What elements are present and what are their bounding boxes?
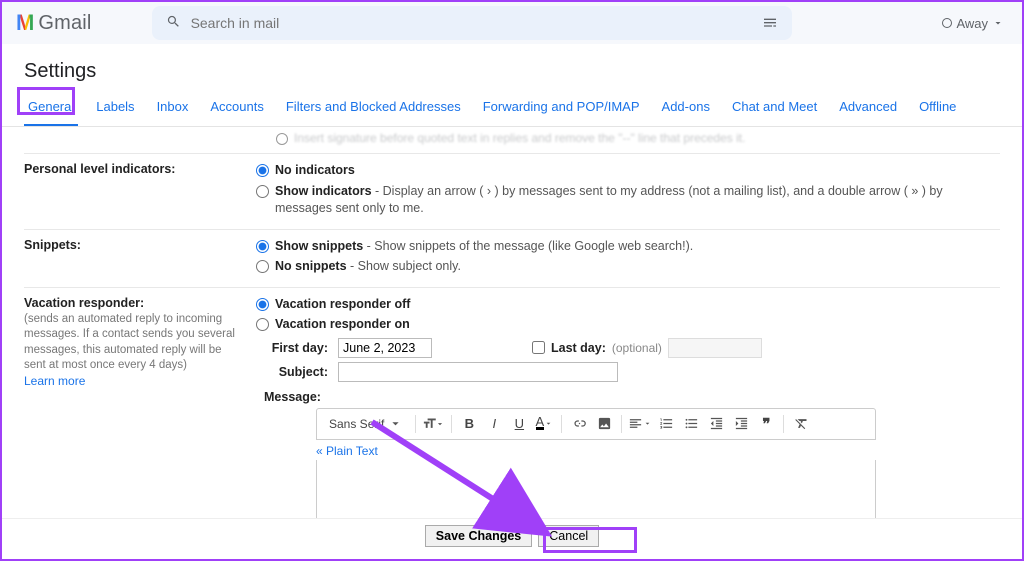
vacation-desc: (sends an automated reply to incoming me… bbox=[24, 312, 242, 374]
search-icon bbox=[166, 14, 181, 32]
chevron-down-icon bbox=[388, 416, 403, 431]
pli-no-indicators-radio[interactable] bbox=[256, 164, 269, 177]
app-header: M Gmail Away bbox=[2, 2, 1022, 44]
snippets-label: Snippets: bbox=[24, 238, 256, 279]
indent-more-button[interactable] bbox=[730, 413, 752, 435]
italic-button[interactable]: I bbox=[483, 413, 505, 435]
snippets-show-desc: - Show snippets of the message (like Goo… bbox=[363, 239, 693, 253]
subject-input[interactable] bbox=[338, 362, 618, 382]
search-options-icon[interactable] bbox=[762, 14, 778, 33]
snippets-show-radio[interactable] bbox=[256, 240, 269, 253]
chevron-down-icon bbox=[435, 419, 445, 429]
snippets-hide-radio[interactable] bbox=[256, 260, 269, 273]
page-title: Settings bbox=[2, 44, 1022, 93]
font-size-button[interactable] bbox=[422, 413, 445, 435]
tab-advanced[interactable]: Advanced bbox=[835, 93, 901, 126]
section-personal-level-indicators: Personal level indicators: No indicators… bbox=[24, 154, 1000, 230]
message-toolbar: Sans Serif B I U A ❞ bbox=[316, 408, 876, 440]
last-day-input[interactable] bbox=[668, 338, 762, 358]
save-changes-button[interactable]: Save Changes bbox=[425, 525, 532, 547]
gmail-logo-text: Gmail bbox=[38, 12, 91, 35]
gmail-m-icon: M bbox=[16, 10, 34, 36]
remove-formatting-button[interactable] bbox=[790, 413, 812, 435]
status-away-icon bbox=[942, 18, 952, 28]
search-input[interactable] bbox=[191, 15, 752, 31]
chevron-down-icon bbox=[544, 419, 553, 428]
settings-content: Insert signature before quoted text in r… bbox=[2, 127, 1022, 544]
font-family-dropdown[interactable]: Sans Serif bbox=[323, 413, 409, 435]
tab-chat[interactable]: Chat and Meet bbox=[728, 93, 821, 126]
numbered-list-button[interactable] bbox=[655, 413, 677, 435]
chevron-down-icon bbox=[992, 17, 1004, 29]
indent-less-button[interactable] bbox=[705, 413, 727, 435]
section-snippets: Snippets: Show snippets - Show snippets … bbox=[24, 230, 1000, 288]
underline-button[interactable]: U bbox=[508, 413, 530, 435]
pli-show-indicators-desc: - Display an arrow ( › ) by messages sen… bbox=[275, 184, 943, 216]
status-selector[interactable]: Away bbox=[942, 16, 1008, 31]
tab-general[interactable]: General bbox=[24, 93, 78, 126]
tab-filters[interactable]: Filters and Blocked Addresses bbox=[282, 93, 465, 126]
tab-labels[interactable]: Labels bbox=[92, 93, 138, 126]
link-button[interactable] bbox=[568, 413, 590, 435]
tab-addons[interactable]: Add-ons bbox=[658, 93, 714, 126]
last-day-optional: (optional) bbox=[612, 341, 662, 355]
subject-label: Subject: bbox=[264, 365, 328, 379]
plain-text-link[interactable]: « Plain Text bbox=[316, 444, 378, 458]
text-color-button[interactable]: A bbox=[533, 413, 555, 435]
tab-accounts[interactable]: Accounts bbox=[206, 93, 267, 126]
settings-tabs: General Labels Inbox Accounts Filters an… bbox=[2, 93, 1022, 127]
pli-show-indicators-radio[interactable] bbox=[256, 185, 269, 198]
vacation-on-label: Vacation responder on bbox=[275, 316, 410, 334]
status-label: Away bbox=[956, 16, 988, 31]
bulleted-list-button[interactable] bbox=[680, 413, 702, 435]
vacation-off-radio[interactable] bbox=[256, 298, 269, 311]
pli-label: Personal level indicators: bbox=[24, 162, 256, 221]
tab-inbox[interactable]: Inbox bbox=[153, 93, 193, 126]
image-button[interactable] bbox=[593, 413, 615, 435]
quote-button[interactable]: ❞ bbox=[755, 413, 777, 435]
chevron-down-icon bbox=[643, 419, 652, 428]
first-day-input[interactable] bbox=[338, 338, 432, 358]
snippets-hide-label: No snippets bbox=[275, 259, 347, 273]
save-row: Save Changes Cancel bbox=[2, 518, 1022, 553]
vacation-off-label: Vacation responder off bbox=[275, 296, 410, 314]
cancel-button[interactable]: Cancel bbox=[538, 525, 599, 547]
bold-button[interactable]: B bbox=[458, 413, 480, 435]
pli-no-indicators-label: No indicators bbox=[275, 162, 355, 180]
first-day-label: First day: bbox=[264, 341, 328, 355]
tab-forwarding[interactable]: Forwarding and POP/IMAP bbox=[479, 93, 644, 126]
snippets-hide-desc: - Show subject only. bbox=[347, 259, 461, 273]
message-label: Message: bbox=[264, 390, 1000, 404]
last-day-label: Last day: bbox=[551, 341, 606, 355]
vacation-label: Vacation responder: bbox=[24, 296, 144, 310]
search-bar[interactable] bbox=[152, 6, 792, 40]
align-button[interactable] bbox=[628, 413, 652, 435]
vacation-on-radio[interactable] bbox=[256, 318, 269, 331]
tab-offline[interactable]: Offline bbox=[915, 93, 960, 126]
last-day-checkbox[interactable] bbox=[532, 341, 545, 354]
section-vacation-responder: Vacation responder: (sends an automated … bbox=[24, 288, 1000, 545]
gmail-logo[interactable]: M Gmail bbox=[16, 10, 92, 36]
vacation-learn-more-link[interactable]: Learn more bbox=[24, 374, 85, 388]
snippets-show-label: Show snippets bbox=[275, 239, 363, 253]
pli-show-indicators-label: Show indicators bbox=[275, 184, 372, 198]
signature-option-cutoff: Insert signature before quoted text in r… bbox=[24, 127, 1000, 154]
